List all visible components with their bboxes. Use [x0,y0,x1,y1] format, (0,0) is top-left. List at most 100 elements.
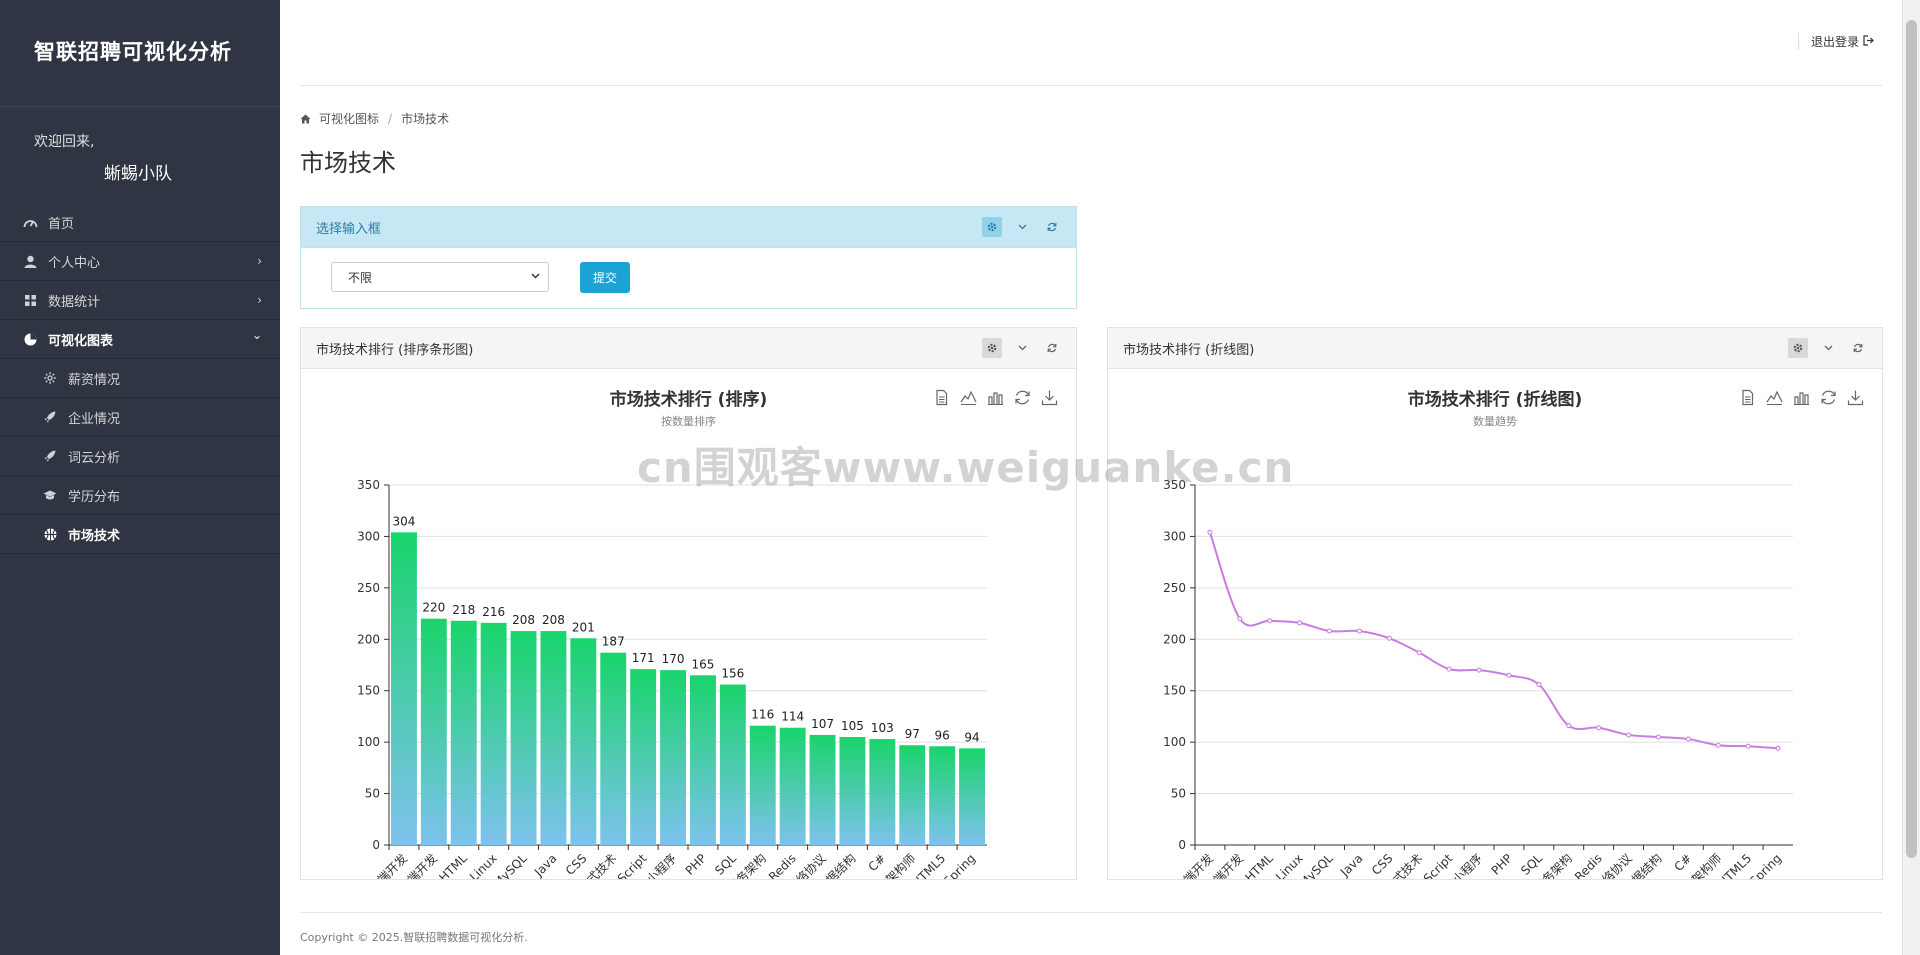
panel-tools [982,217,1062,237]
bar-value-label: 208 [512,613,535,627]
x-tick-label: C# [1672,851,1695,874]
y-tick-label: 150 [357,684,380,698]
rocket-icon [42,448,58,464]
logout-button[interactable]: 退出登录 [1797,33,1874,50]
bar [719,684,746,845]
y-tick-label: 250 [1163,581,1186,595]
y-tick-label: 0 [1178,838,1186,852]
bar-value-label: 105 [841,719,864,733]
data-point [1416,650,1422,656]
bar-value-label: 114 [781,710,804,724]
footer: Copyright © 2025.智联招聘数据可视化分析. [300,912,1882,945]
sidebar-item-company[interactable]: 企业情况 [0,398,280,437]
x-tick-label: 架构师 [1688,851,1724,879]
gear-icon[interactable] [982,217,1002,237]
data-point [1207,529,1213,535]
bar [480,622,507,845]
gear-icon[interactable] [982,338,1002,358]
panel-tools [982,338,1062,358]
sidebar-item-education[interactable]: 学历分布 [0,476,280,515]
y-tick-label: 100 [1163,735,1186,749]
user-icon [22,253,38,269]
bar-value-label: 96 [935,728,950,742]
line-chart-area: 市场技术排行 (折线图) 数量趋势 0 50 100 150 200 250 300 350 后… [1108,369,1882,879]
refresh-icon[interactable] [1042,338,1062,358]
bar [839,737,866,845]
sidebar-item-charts[interactable]: 可视化图表 ⌄ [0,320,280,359]
bar [749,725,776,845]
bar-value-label: 201 [572,620,595,634]
filter-panel-title: 选择输入框 [316,221,382,237]
data-point [1237,616,1243,622]
bar-chart-area: 市场技术排行 (排序) 按数量排序 0 50 100 150 200 250 300 350 3… [301,369,1076,879]
bar-value-label: 187 [602,635,625,649]
gear-icon[interactable] [1788,338,1808,358]
x-tick-label: MySQL [491,851,530,879]
sidebar-item-profile[interactable]: 个人中心 › [0,242,280,281]
sun-icon [42,370,58,386]
sidebar-item-home[interactable]: 首页 [0,203,280,242]
bar [630,669,657,845]
y-tick-label: 250 [357,581,380,595]
sidebar-item-market-tech[interactable]: 市场技术 [0,515,280,554]
graduation-cap-icon [42,487,58,503]
x-tick-label: Spring [1747,851,1784,879]
chevron-down-icon[interactable] [1012,338,1032,358]
sidebar-item-label: 首页 [48,216,75,232]
sidebar-item-label: 数据统计 [48,294,101,310]
refresh-icon[interactable] [1042,217,1062,237]
topbar: 退出登录 [300,0,1882,86]
chevron-down-icon [531,271,540,282]
data-point [1745,743,1751,749]
sidebar-item-label: 学历分布 [68,489,121,505]
copyright-text: Copyright © 2025.智联招聘数据可视化分析. [300,931,528,944]
bar [420,618,447,845]
bar-value-label: 208 [542,613,565,627]
bar-value-label: 218 [452,603,475,617]
x-tick-label: HTML5 [1715,851,1754,879]
bar-value-label: 216 [482,605,505,619]
welcome-block: 欢迎回来, 蜥蜴小队 [0,107,280,203]
logout-label: 退出登录 [1810,35,1859,49]
chevron-down-icon[interactable] [1012,217,1032,237]
breadcrumb-home[interactable]: 可视化图标 [319,110,379,127]
x-tick-label: HTML [436,851,470,879]
x-tick-label: Spring [941,851,978,879]
bar-value-label: 220 [422,601,445,615]
tech-filter-select[interactable]: 不限 [331,262,549,292]
pie-icon [22,331,38,347]
data-point [1596,725,1602,731]
bar [510,631,537,845]
scrollbar-thumb[interactable] [1906,20,1917,858]
sidebar-item-label: 市场技术 [68,528,121,544]
y-tick-label: 200 [357,632,380,646]
x-tick-label: 后端开发 [366,851,411,879]
sidebar: 智联招聘可视化分析 欢迎回来, 蜥蜴小队 首页 个人中心 › 数据统计 › 可视… [0,0,280,955]
data-point [1267,618,1273,624]
refresh-icon[interactable] [1848,338,1868,358]
home-icon[interactable] [300,114,311,124]
sidebar-item-salary[interactable]: 薪资情况 [0,359,280,398]
chevron-down-icon[interactable] [1818,338,1838,358]
sidebar-item-wordcloud[interactable]: 词云分析 [0,437,280,476]
sidebar-item-label: 个人中心 [48,255,101,271]
bar-value-label: 165 [691,657,714,671]
page-scrollbar[interactable] [1902,0,1920,955]
line-panel-header: 市场技术排行 (折线图) [1108,328,1882,369]
data-point [1386,635,1392,641]
bar [660,670,686,845]
data-point [1775,745,1781,751]
sidebar-item-label: 薪资情况 [68,372,121,388]
submit-button[interactable]: 提交 [580,262,630,293]
line-panel-title: 市场技术排行 (折线图) [1123,342,1255,358]
x-tick-label: Java [1337,851,1366,879]
bar [959,748,985,845]
data-point [1626,732,1632,738]
sidebar-item-statistics[interactable]: 数据统计 › [0,281,280,320]
data-point [1297,620,1303,626]
bar-chart-panel: 市场技术排行 (排序条形图) 市场技术排行 (排序) 按数量排序 0 50 10… [300,327,1077,880]
data-point [1536,682,1542,688]
page-title: 市场技术 [300,149,396,177]
filter-panel-body: 不限 提交 [301,248,1076,308]
bar [779,727,806,845]
